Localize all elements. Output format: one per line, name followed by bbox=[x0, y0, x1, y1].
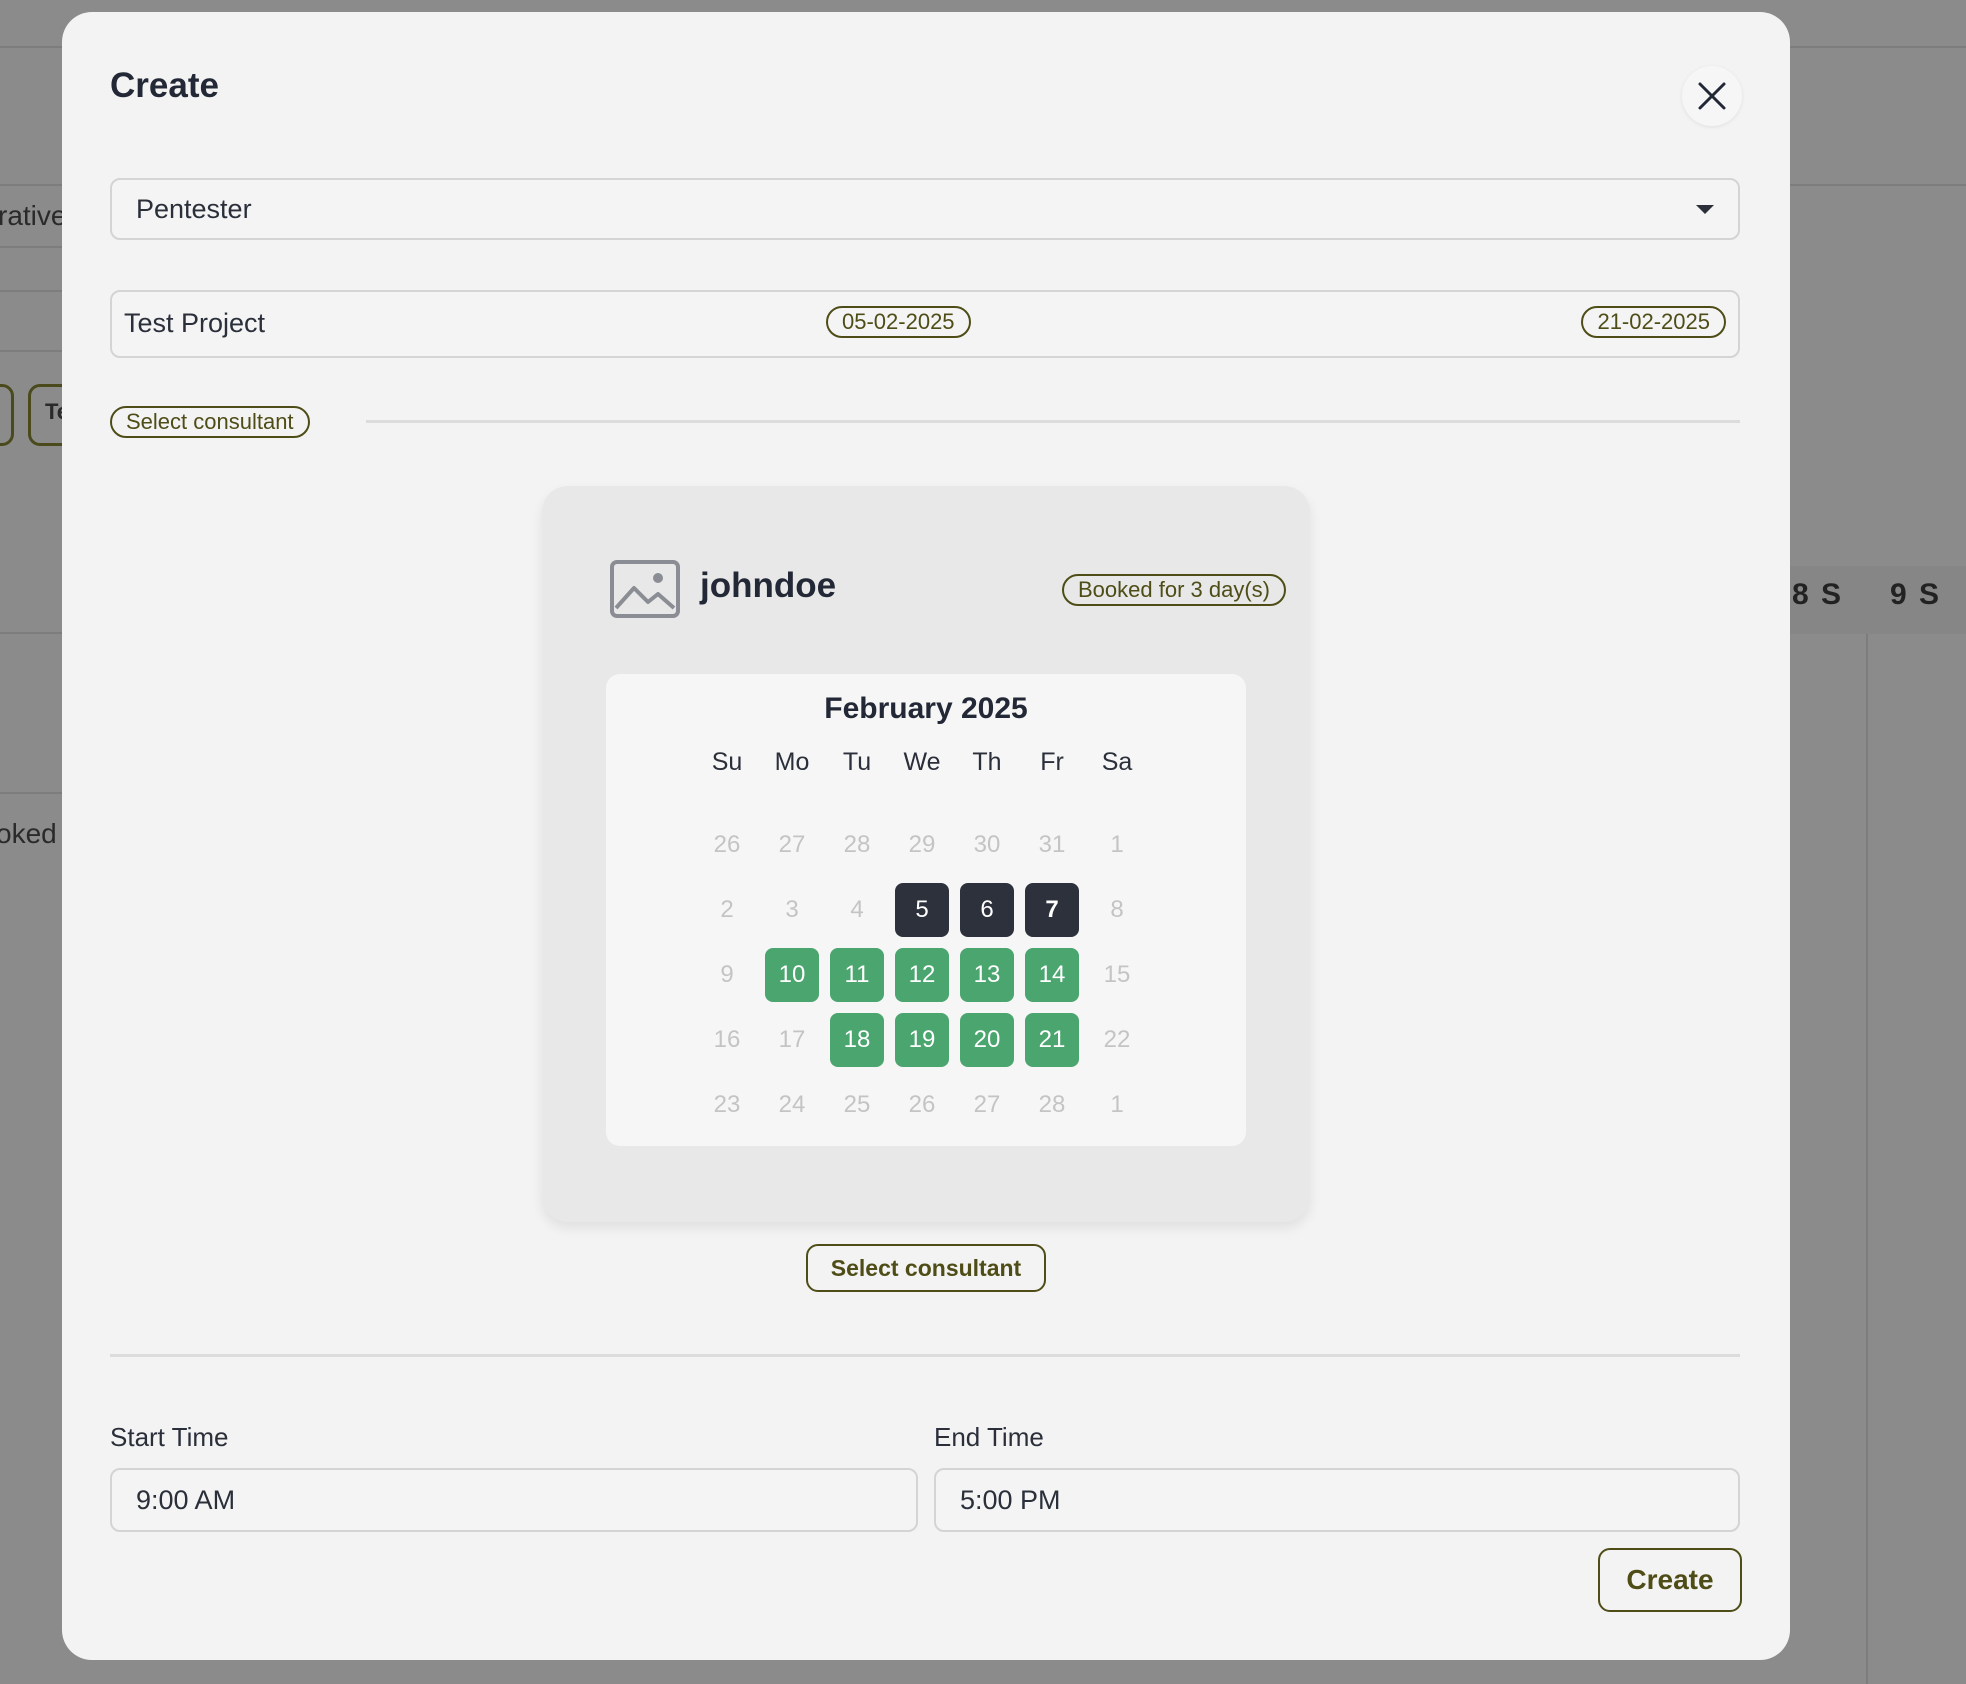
weekday-header: We bbox=[903, 748, 941, 776]
calendar-day[interactable]: 29 bbox=[895, 818, 949, 872]
booked-badge: Booked for 3 day(s) bbox=[1062, 574, 1286, 606]
calendar-day[interactable]: 5 bbox=[895, 883, 949, 937]
image-placeholder-icon bbox=[610, 560, 680, 618]
calendar-month-label: February 2025 bbox=[824, 692, 1028, 725]
calendar-day[interactable]: 1 bbox=[1090, 1078, 1144, 1132]
calendar-day[interactable]: 24 bbox=[765, 1078, 819, 1132]
calendar-day[interactable]: 30 bbox=[960, 818, 1014, 872]
background-day-header: 9 S bbox=[1890, 578, 1942, 611]
calendar-day[interactable]: 27 bbox=[960, 1078, 1014, 1132]
consultant-card[interactable]: johndoe Booked for 3 day(s) February 202… bbox=[542, 486, 1310, 1222]
calendar-day[interactable]: 28 bbox=[1025, 1078, 1079, 1132]
weekday-header: Su bbox=[711, 748, 743, 776]
calendar-day[interactable]: 26 bbox=[895, 1078, 949, 1132]
start-time-input[interactable]: 9:00 AM bbox=[110, 1468, 918, 1532]
calendar-day[interactable]: 21 bbox=[1025, 1013, 1079, 1067]
weekday-header: Sa bbox=[1101, 748, 1133, 776]
calendar-day[interactable]: 4 bbox=[830, 883, 884, 937]
role-select-value: Pentester bbox=[136, 193, 252, 224]
weekday-header: Fr bbox=[1040, 748, 1064, 776]
calendar-day[interactable]: 1 bbox=[1090, 818, 1144, 872]
section-label-select-consultant: Select consultant bbox=[110, 406, 310, 438]
start-time-value: 9:00 AM bbox=[136, 1484, 236, 1515]
close-icon bbox=[1698, 82, 1726, 110]
calendar-day[interactable]: 16 bbox=[700, 1013, 754, 1067]
consultant-username: johndoe bbox=[700, 566, 837, 605]
calendar-day[interactable]: 27 bbox=[765, 818, 819, 872]
calendar-day[interactable]: 7 bbox=[1025, 883, 1079, 937]
calendar-day[interactable]: 8 bbox=[1090, 883, 1144, 937]
create-button[interactable]: Create bbox=[1598, 1548, 1742, 1612]
calendar-day[interactable]: 2 bbox=[700, 883, 754, 937]
project-end-date: 21-02-2025 bbox=[1581, 306, 1726, 338]
calendar-day[interactable]: 6 bbox=[960, 883, 1014, 937]
close-button[interactable] bbox=[1682, 66, 1742, 126]
calendar-day[interactable]: 20 bbox=[960, 1013, 1014, 1067]
project-name: Test Project bbox=[124, 308, 266, 338]
availability-calendar: February 2025 Su Mo Tu We Th Fr Sa 26 27 28 29 30 31… bbox=[606, 674, 1246, 1146]
calendar-day[interactable]: 13 bbox=[960, 948, 1014, 1002]
end-time-value: 5:00 PM bbox=[960, 1484, 1061, 1515]
weekday-header: Tu bbox=[842, 748, 872, 776]
modal-title: Create bbox=[110, 66, 219, 105]
weekday-header: Mo bbox=[774, 748, 810, 776]
calendar-day[interactable]: 28 bbox=[830, 818, 884, 872]
background-day-header: 8 S bbox=[1792, 578, 1844, 611]
calendar-day[interactable]: 31 bbox=[1025, 818, 1079, 872]
project-row[interactable]: Test Project 05-02-2025 21-02-2025 bbox=[110, 290, 1740, 358]
background-pill bbox=[0, 384, 14, 446]
background-divider bbox=[0, 792, 62, 794]
background-column-line bbox=[1866, 566, 1868, 1684]
calendar-day[interactable]: 9 bbox=[700, 948, 754, 1002]
create-modal: Create Pentester Test Project 05-02-2025… bbox=[62, 12, 1790, 1660]
background-divider bbox=[0, 290, 62, 292]
calendar-day[interactable]: 15 bbox=[1090, 948, 1144, 1002]
calendar-day[interactable]: 18 bbox=[830, 1013, 884, 1067]
end-time-input[interactable]: 5:00 PM bbox=[934, 1468, 1740, 1532]
calendar-day[interactable]: 17 bbox=[765, 1013, 819, 1067]
calendar-day[interactable]: 14 bbox=[1025, 948, 1079, 1002]
background-divider bbox=[0, 246, 62, 248]
calendar-day[interactable]: 25 bbox=[830, 1078, 884, 1132]
calendar-day[interactable]: 19 bbox=[895, 1013, 949, 1067]
form-divider bbox=[110, 1354, 1740, 1357]
background-text-fragment: rative bbox=[0, 200, 67, 231]
background-divider bbox=[0, 350, 62, 352]
start-time-label: Start Time bbox=[110, 1422, 229, 1452]
calendar-day[interactable]: 10 bbox=[765, 948, 819, 1002]
role-select[interactable]: Pentester bbox=[110, 178, 1740, 240]
weekday-header: Th bbox=[972, 748, 1002, 776]
calendar-day[interactable]: 26 bbox=[700, 818, 754, 872]
calendar-day[interactable]: 23 bbox=[700, 1078, 754, 1132]
calendar-day[interactable]: 11 bbox=[830, 948, 884, 1002]
select-consultant-button[interactable]: Select consultant bbox=[806, 1244, 1046, 1292]
section-divider bbox=[366, 420, 1740, 423]
project-start-date: 05-02-2025 bbox=[826, 306, 971, 338]
background-text-fragment: oked bbox=[0, 818, 57, 849]
caret-down-icon bbox=[1696, 204, 1714, 214]
calendar-day[interactable]: 3 bbox=[765, 883, 819, 937]
end-time-label: End Time bbox=[934, 1422, 1044, 1452]
calendar-day[interactable]: 22 bbox=[1090, 1013, 1144, 1067]
calendar-day[interactable]: 12 bbox=[895, 948, 949, 1002]
